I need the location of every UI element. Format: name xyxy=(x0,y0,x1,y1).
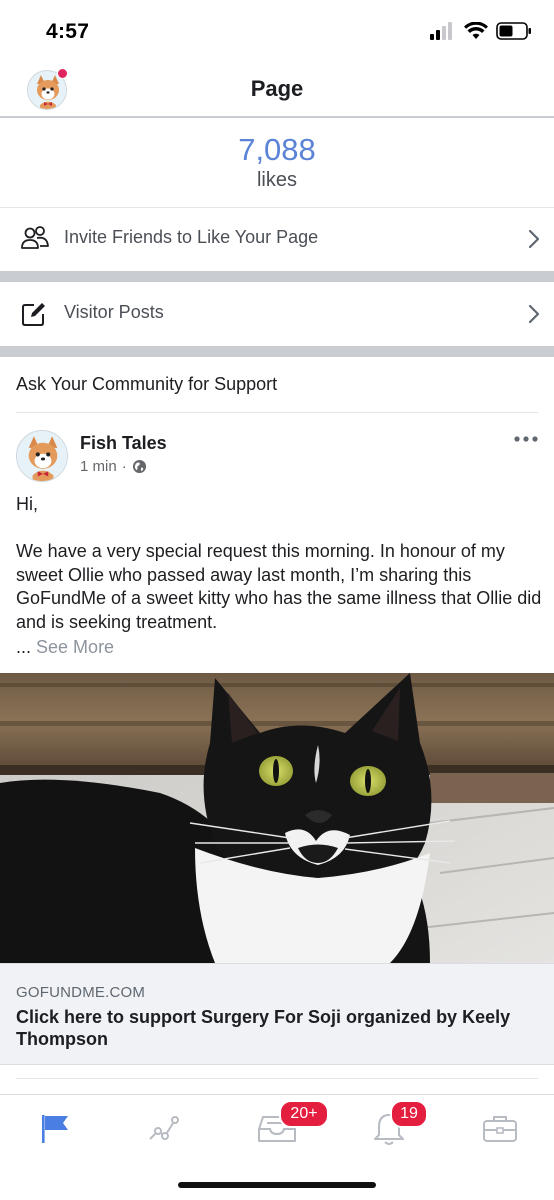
ellipsis: ... xyxy=(16,637,32,657)
post-greeting: Hi, xyxy=(16,494,38,514)
likes-summary[interactable]: 7,088 likes xyxy=(0,120,554,208)
home-indicator[interactable] xyxy=(178,1182,376,1188)
link-domain: GOFUNDME.COM xyxy=(16,984,146,1001)
post-time[interactable]: 1 min xyxy=(80,458,117,475)
corgi-avatar-icon xyxy=(17,431,67,481)
invite-friends-label: Invite Friends to Like Your Page xyxy=(64,227,319,247)
chevron-right-icon xyxy=(528,304,540,324)
page-title: Page xyxy=(250,76,304,101)
visitor-posts-label: Visitor Posts xyxy=(64,302,164,322)
status-time: 4:57 xyxy=(46,20,90,43)
likes-count: 7,088 xyxy=(238,132,316,167)
globe-icon xyxy=(132,459,146,474)
post-author-name[interactable]: Fish Tales xyxy=(80,433,167,454)
status-icons xyxy=(430,22,532,40)
meta-separator: · xyxy=(121,458,127,475)
wifi-icon xyxy=(464,22,488,39)
post-paragraph: We have a very special request this morn… xyxy=(16,541,542,632)
see-more-link[interactable]: ... See More xyxy=(16,637,114,658)
see-more-label: See More xyxy=(36,637,115,657)
compose-icon xyxy=(22,303,45,326)
section-divider xyxy=(0,346,554,357)
inbox-badge: 20+ xyxy=(279,1100,329,1128)
insights-icon xyxy=(149,1116,179,1140)
people-icon xyxy=(21,226,49,249)
post-photo[interactable] xyxy=(0,673,554,963)
divider xyxy=(16,1078,538,1079)
flag-icon xyxy=(42,1115,68,1143)
post-author-avatar[interactable] xyxy=(16,430,68,482)
tab-insights[interactable] xyxy=(144,1111,188,1147)
post-meta: 1 min · xyxy=(80,458,147,475)
divider xyxy=(16,412,538,413)
tab-tools[interactable] xyxy=(478,1111,522,1147)
link-title: Click here to support Surgery For Soji o… xyxy=(16,1007,511,1049)
chevron-right-icon xyxy=(528,229,540,249)
nav-bar: Page xyxy=(0,62,554,118)
post-body: Hi, We have a very special request this … xyxy=(16,493,544,634)
status-bar: 4:57 xyxy=(0,0,554,62)
tab-page[interactable] xyxy=(34,1111,78,1147)
section-divider xyxy=(0,271,554,282)
likes-label: likes xyxy=(256,169,297,191)
cellular-signal-icon xyxy=(430,22,452,40)
link-preview-card[interactable]: GOFUNDME.COM Click here to support Surge… xyxy=(0,963,554,1065)
more-options-icon[interactable] xyxy=(514,435,538,443)
cat-photo xyxy=(0,673,554,963)
visitor-posts-row[interactable]: Visitor Posts xyxy=(0,283,554,345)
invite-friends-row[interactable]: Invite Friends to Like Your Page xyxy=(0,208,554,270)
battery-icon xyxy=(496,22,531,40)
briefcase-icon xyxy=(483,1116,517,1142)
notifications-badge: 19 xyxy=(390,1100,428,1128)
section-title: Ask Your Community for Support xyxy=(16,374,278,394)
